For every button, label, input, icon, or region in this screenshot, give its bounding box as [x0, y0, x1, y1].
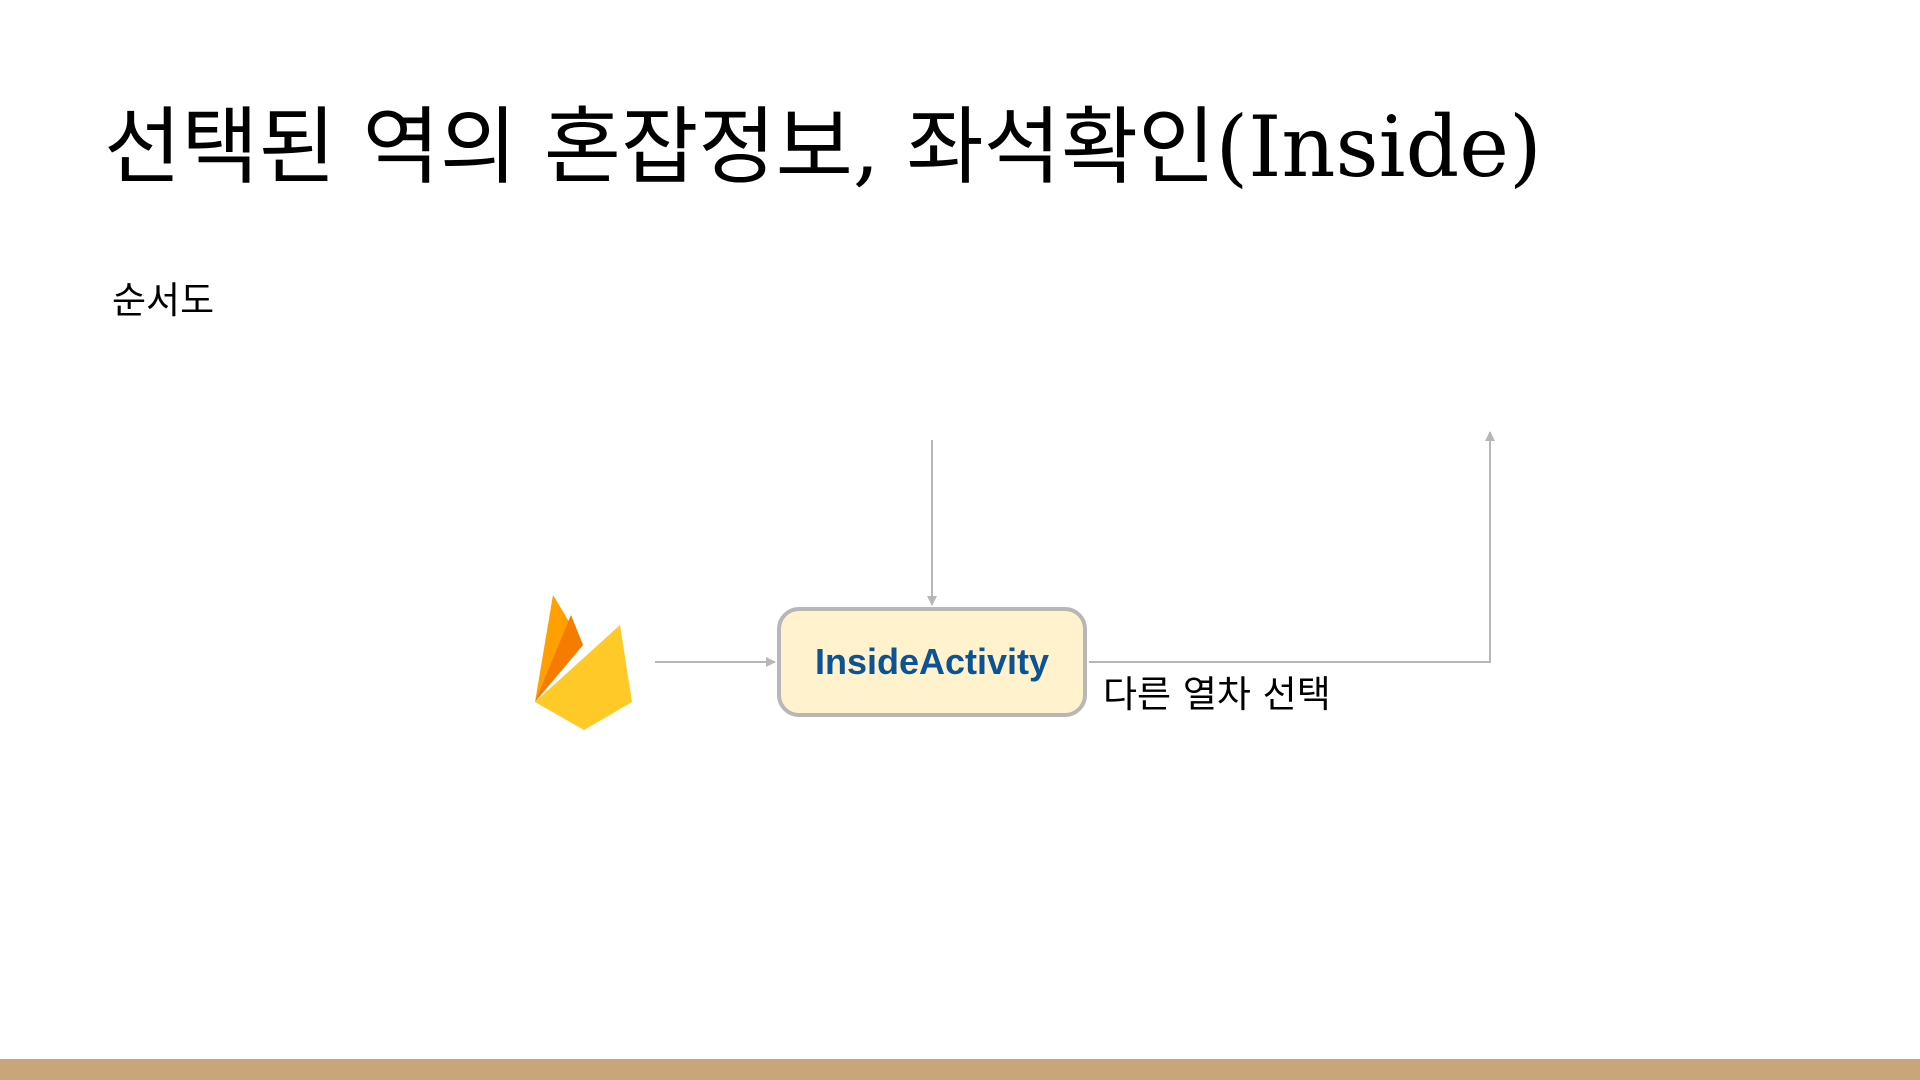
inside-activity-node: InsideActivity [777, 607, 1087, 717]
slide: 선택된 역의 혼잡정보, 좌석확인(Inside) 순서도 InsideActi… [0, 0, 1920, 1080]
edge-label-other-train: 다른 열차 선택 [1103, 673, 1331, 716]
flowchart-diagram [535, 431, 1495, 730]
inside-activity-label: InsideActivity [814, 641, 1050, 682]
arrow-activity-to-other-train [1089, 431, 1495, 663]
firebase-icon [535, 595, 632, 730]
footer-bar [0, 1059, 1920, 1080]
